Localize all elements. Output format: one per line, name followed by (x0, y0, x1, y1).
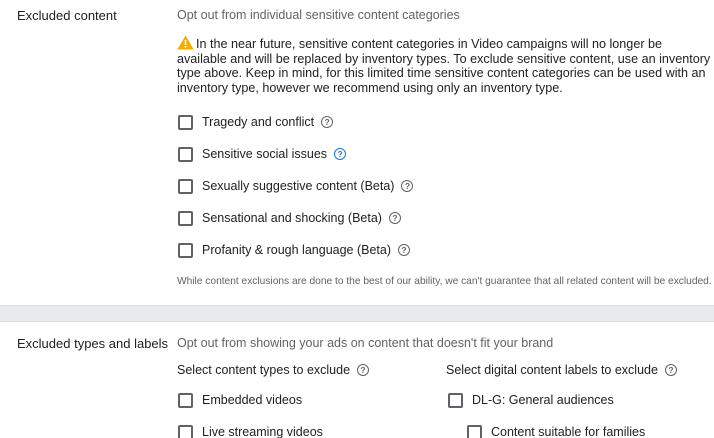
warning-icon (177, 35, 194, 50)
category-profanity[interactable]: Profanity & rough language (Beta) ? (178, 241, 411, 259)
excluded-content-subtitle: Opt out from individual sensitive conten… (177, 8, 460, 22)
help-icon[interactable]: ? (334, 148, 347, 160)
category-sensational-and-shocking[interactable]: Sensational and shocking (Beta) ? (178, 209, 401, 227)
category-sexually-suggestive[interactable]: Sexually suggestive content (Beta) ? (178, 177, 414, 195)
dl-g-checkbox[interactable] (448, 392, 463, 408)
content-types-heading: Select content types to exclude ? (177, 363, 370, 377)
checkbox-label: Sensational and shocking (Beta) (202, 211, 382, 225)
sexually-suggestive-checkbox[interactable] (178, 178, 193, 194)
excluded-types-title: Excluded types and labels (17, 336, 169, 351)
label-suitable-for-families[interactable]: Content suitable for families (467, 423, 645, 438)
checkbox-label: Content suitable for families (491, 425, 646, 438)
labels-heading-label: Select digital content labels to exclude (446, 363, 658, 377)
labels-heading: Select digital content labels to exclude… (446, 363, 677, 377)
checkbox-label: Profanity & rough language (Beta) (202, 243, 392, 257)
exclusion-disclaimer: While content exclusions are done to the… (177, 276, 712, 287)
help-icon[interactable]: ? (357, 364, 370, 376)
help-icon[interactable]: ? (664, 364, 677, 376)
checkbox-label: Live streaming videos (202, 425, 323, 438)
section-divider (0, 306, 714, 322)
content-types-heading-label: Select content types to exclude (177, 363, 351, 377)
suitable-for-families-checkbox[interactable] (467, 424, 482, 438)
category-tragedy-and-conflict[interactable]: Tragedy and conflict ? (178, 113, 334, 131)
profanity-checkbox[interactable] (178, 242, 193, 258)
checkbox-label: Sensitive social issues (202, 147, 328, 161)
content-type-embedded-videos[interactable]: Embedded videos (178, 391, 302, 409)
help-icon[interactable]: ? (401, 180, 414, 192)
checkbox-label: Sexually suggestive content (Beta) (202, 179, 395, 193)
checkbox-label: DL-G: General audiences (472, 393, 614, 407)
help-icon[interactable]: ? (321, 116, 334, 128)
excluded-types-subtitle: Opt out from showing your ads on content… (177, 336, 554, 350)
sensational-and-shocking-checkbox[interactable] (178, 210, 193, 226)
content-type-live-streaming[interactable]: Live streaming videos (178, 423, 323, 438)
embedded-videos-checkbox[interactable] (178, 392, 193, 408)
help-icon[interactable]: ? (388, 212, 401, 224)
checkbox-label: Embedded videos (202, 393, 303, 407)
tragedy-and-conflict-checkbox[interactable] (178, 114, 193, 130)
excluded-content-section: Excluded content Opt out from individual… (0, 0, 714, 306)
label-dl-g[interactable]: DL-G: General audiences (448, 391, 614, 409)
inventory-warning: In the near future, sensitive content ca… (177, 35, 712, 95)
excluded-content-title: Excluded content (17, 8, 117, 23)
sensitive-social-issues-checkbox[interactable] (178, 146, 193, 162)
checkbox-label: Tragedy and conflict (202, 115, 315, 129)
warning-text: In the near future, sensitive content ca… (177, 37, 711, 95)
excluded-types-section: Excluded types and labels Opt out from s… (0, 322, 714, 438)
category-sensitive-social-issues[interactable]: Sensitive social issues ? (178, 145, 347, 163)
live-streaming-checkbox[interactable] (178, 424, 193, 438)
help-icon[interactable]: ? (398, 244, 411, 256)
